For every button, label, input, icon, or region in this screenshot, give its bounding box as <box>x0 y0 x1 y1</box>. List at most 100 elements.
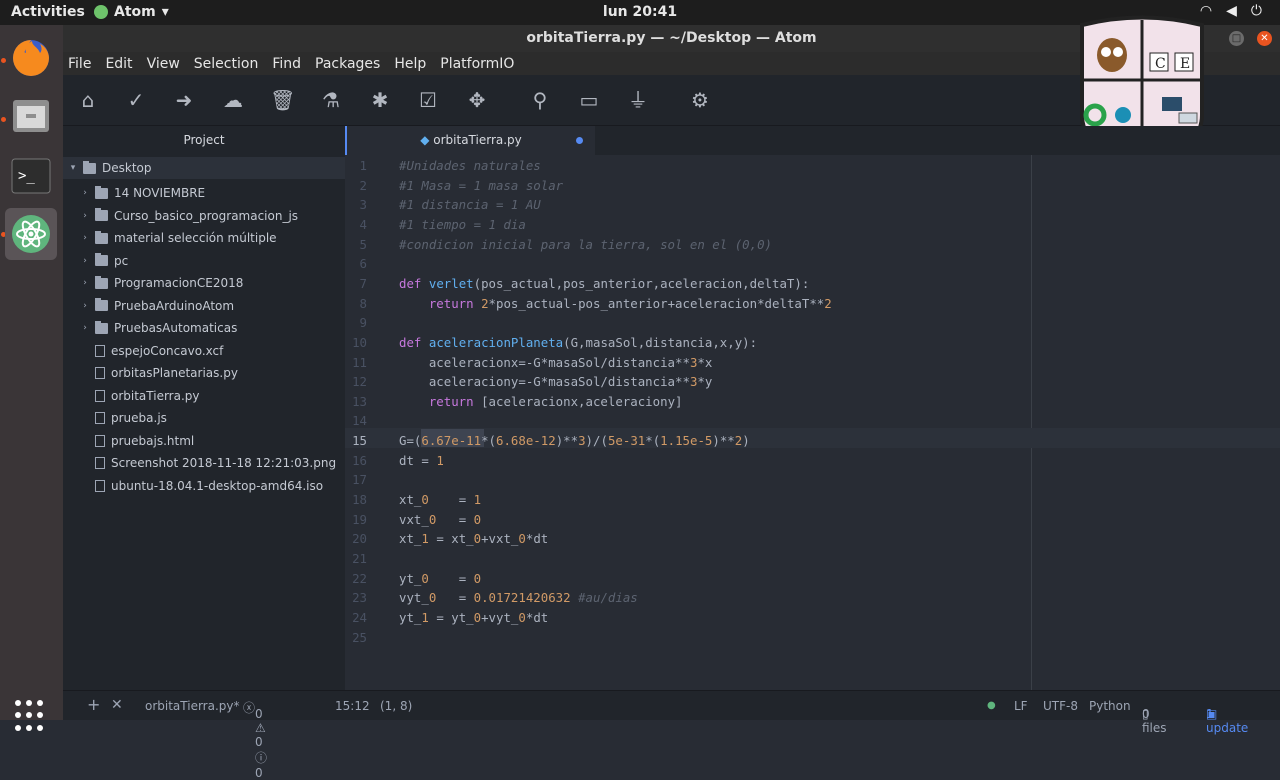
tree-item-label: orbitasPlanetarias.py <box>111 366 238 380</box>
file-icon <box>95 434 105 447</box>
arrow-right-icon[interactable]: ➜ <box>172 88 196 112</box>
code-line: aceleracionx=-G*masaSol/distancia**3*x <box>399 354 713 370</box>
wrap-guide <box>1031 155 1032 690</box>
close-icon[interactable]: ✕ <box>1257 31 1272 46</box>
line-number: 8 <box>359 295 367 311</box>
tree-item-label: PruebasAutomaticas <box>114 321 238 335</box>
firefox-launcher[interactable] <box>5 32 57 84</box>
chevron-right-icon: › <box>83 278 87 288</box>
system-tray[interactable]: ◠ ◀ ⏻ <box>1200 3 1262 19</box>
home-icon[interactable]: ⌂ <box>76 88 100 112</box>
code-line: #1 tiempo = 1 dia <box>399 216 526 232</box>
selection-count[interactable]: (1, 8) <box>380 699 412 713</box>
terminal-launcher[interactable]: >_ <box>5 150 57 202</box>
volume-icon[interactable]: ◀ <box>1226 3 1237 19</box>
line-number: 7 <box>359 275 367 291</box>
folder-icon <box>95 230 108 244</box>
line-number: 13 <box>352 393 367 409</box>
tree-item-label: espejoConcavo.xcf <box>111 343 224 358</box>
checklist-icon[interactable]: ☑ <box>416 88 440 112</box>
menu-find[interactable]: Find <box>272 56 301 72</box>
files-launcher[interactable] <box>5 90 57 142</box>
linter-counts[interactable]: ⓧ 0 ⚠ 0 ⓘ 0 <box>243 699 267 780</box>
file-icon <box>95 389 105 402</box>
encoding[interactable]: UTF-8 <box>1043 699 1078 713</box>
plug-icon[interactable]: ⏚ <box>626 88 650 112</box>
cloud-upload-icon[interactable]: ☁ <box>221 88 245 112</box>
tree-item[interactable]: espejoConcavo.xcf <box>63 340 345 362</box>
tree-item[interactable]: orbitaTierra.py <box>63 385 345 407</box>
tree-item[interactable]: prueba.js <box>63 407 345 429</box>
app-menu[interactable]: Atom ▾ <box>94 4 169 20</box>
line-number: 23 <box>352 590 367 606</box>
line-number: 12 <box>352 374 367 390</box>
tree-root-desktop[interactable]: ▾ Desktop <box>63 157 345 179</box>
code-editor[interactable]: 1 #Unidades naturales 2 #1 Masa = 1 masa so… <box>345 155 1280 690</box>
tree-item[interactable]: › pc <box>63 250 345 272</box>
code-line: return [aceleracionx,aceleraciony] <box>428 393 683 409</box>
chevron-right-icon: › <box>83 255 87 266</box>
code-line: def aceleracionPlaneta(G,masaSol,distanc… <box>399 334 758 350</box>
tree-item[interactable]: › 14 NOVIEMBRE <box>63 182 345 204</box>
logo-letter: E <box>1180 56 1190 72</box>
tab-orbitatierra[interactable]: ◆ orbitaTierra.py <box>345 126 595 155</box>
menu-selection[interactable]: Selection <box>194 56 259 72</box>
code-line: aceleraciony=-G*masaSol/distancia**3*y <box>399 374 713 390</box>
folder-icon <box>95 185 108 199</box>
tree-item[interactable]: › ProgramacionCE2018 <box>63 272 345 294</box>
git-files-text: 0 files <box>1142 707 1167 735</box>
plugin-icon[interactable]: ✥ <box>465 88 489 112</box>
maximize-icon[interactable]: □ <box>1229 31 1244 46</box>
code-line: #1 distancia = 1 AU <box>399 197 541 213</box>
files-icon <box>13 100 49 132</box>
tree-item-label: material selección múltiple <box>114 231 277 245</box>
tree-item[interactable]: › material selección múltiple <box>63 227 345 249</box>
line-number: 9 <box>359 315 367 331</box>
file-icon <box>95 367 105 379</box>
close-icon[interactable]: ✕ <box>111 697 123 713</box>
gear-icon[interactable]: ⚙ <box>688 88 712 112</box>
menu-view[interactable]: View <box>147 56 180 72</box>
tree-item[interactable]: orbitasPlanetarias.py <box>63 362 345 384</box>
menu-edit[interactable]: Edit <box>105 56 132 72</box>
tree-item[interactable]: ubuntu-18.04.1-desktop-amd64.iso <box>63 475 345 497</box>
tree-item-label: orbitaTierra.py <box>111 388 200 403</box>
show-applications-button[interactable] <box>15 700 47 732</box>
status-bar: + ✕ orbitaTierra.py* ⓧ 0 ⚠ 0 ⓘ 0 15:12 (… <box>63 690 1280 780</box>
cursor-position[interactable]: 15:12 <box>335 699 370 713</box>
modified-indicator <box>576 137 583 144</box>
tree-item[interactable]: › PruebasAutomaticas <box>63 317 345 339</box>
flask-icon[interactable]: ⚗ <box>319 88 343 112</box>
grammar[interactable]: Python <box>1089 699 1131 713</box>
code-line: vxt_0 = 0 <box>399 511 482 527</box>
tree-item[interactable]: › PruebaArduinoAtom <box>63 295 345 317</box>
line-number: 6 <box>359 256 367 272</box>
status-file[interactable]: orbitaTierra.py* <box>145 699 240 713</box>
line-number: 4 <box>359 216 367 232</box>
terminal-icon[interactable]: ▭ <box>577 88 601 112</box>
menu-platformio[interactable]: PlatformIO <box>440 56 514 72</box>
trash-icon[interactable]: 🗑 <box>270 88 295 112</box>
add-icon[interactable]: + <box>87 695 100 714</box>
atom-launcher[interactable] <box>5 208 57 260</box>
activities-button[interactable]: Activities <box>11 4 85 20</box>
menu-help[interactable]: Help <box>394 56 426 72</box>
tree-item-label: ubuntu-18.04.1-desktop-amd64.iso <box>111 478 324 493</box>
tree-item[interactable]: Screenshot 2018-11-18 12:21:03.png <box>63 452 345 474</box>
file-icon <box>95 344 105 357</box>
tree-item[interactable]: › Curso_basico_programacion_js <box>63 205 345 227</box>
menu-packages[interactable]: Packages <box>315 56 380 72</box>
code-line: vyt_0 = 0.01721420632 #au/dias <box>399 590 638 606</box>
menu-file[interactable]: File <box>68 56 91 72</box>
search-icon[interactable]: ⚲ <box>528 88 552 112</box>
check-icon[interactable]: ✓ <box>124 88 148 112</box>
folder-icon <box>95 208 108 221</box>
chevron-right-icon: › <box>83 210 87 221</box>
power-icon[interactable]: ⏻ <box>1251 3 1262 19</box>
line-ending[interactable]: LF <box>1014 699 1028 713</box>
chevron-right-icon: › <box>83 323 87 333</box>
chevron-down-icon: ▾ <box>161 4 169 20</box>
project-panel-header: Project <box>63 126 345 155</box>
tree-item[interactable]: pruebajs.html <box>63 430 345 452</box>
bug-icon[interactable]: ✱ <box>368 88 392 112</box>
